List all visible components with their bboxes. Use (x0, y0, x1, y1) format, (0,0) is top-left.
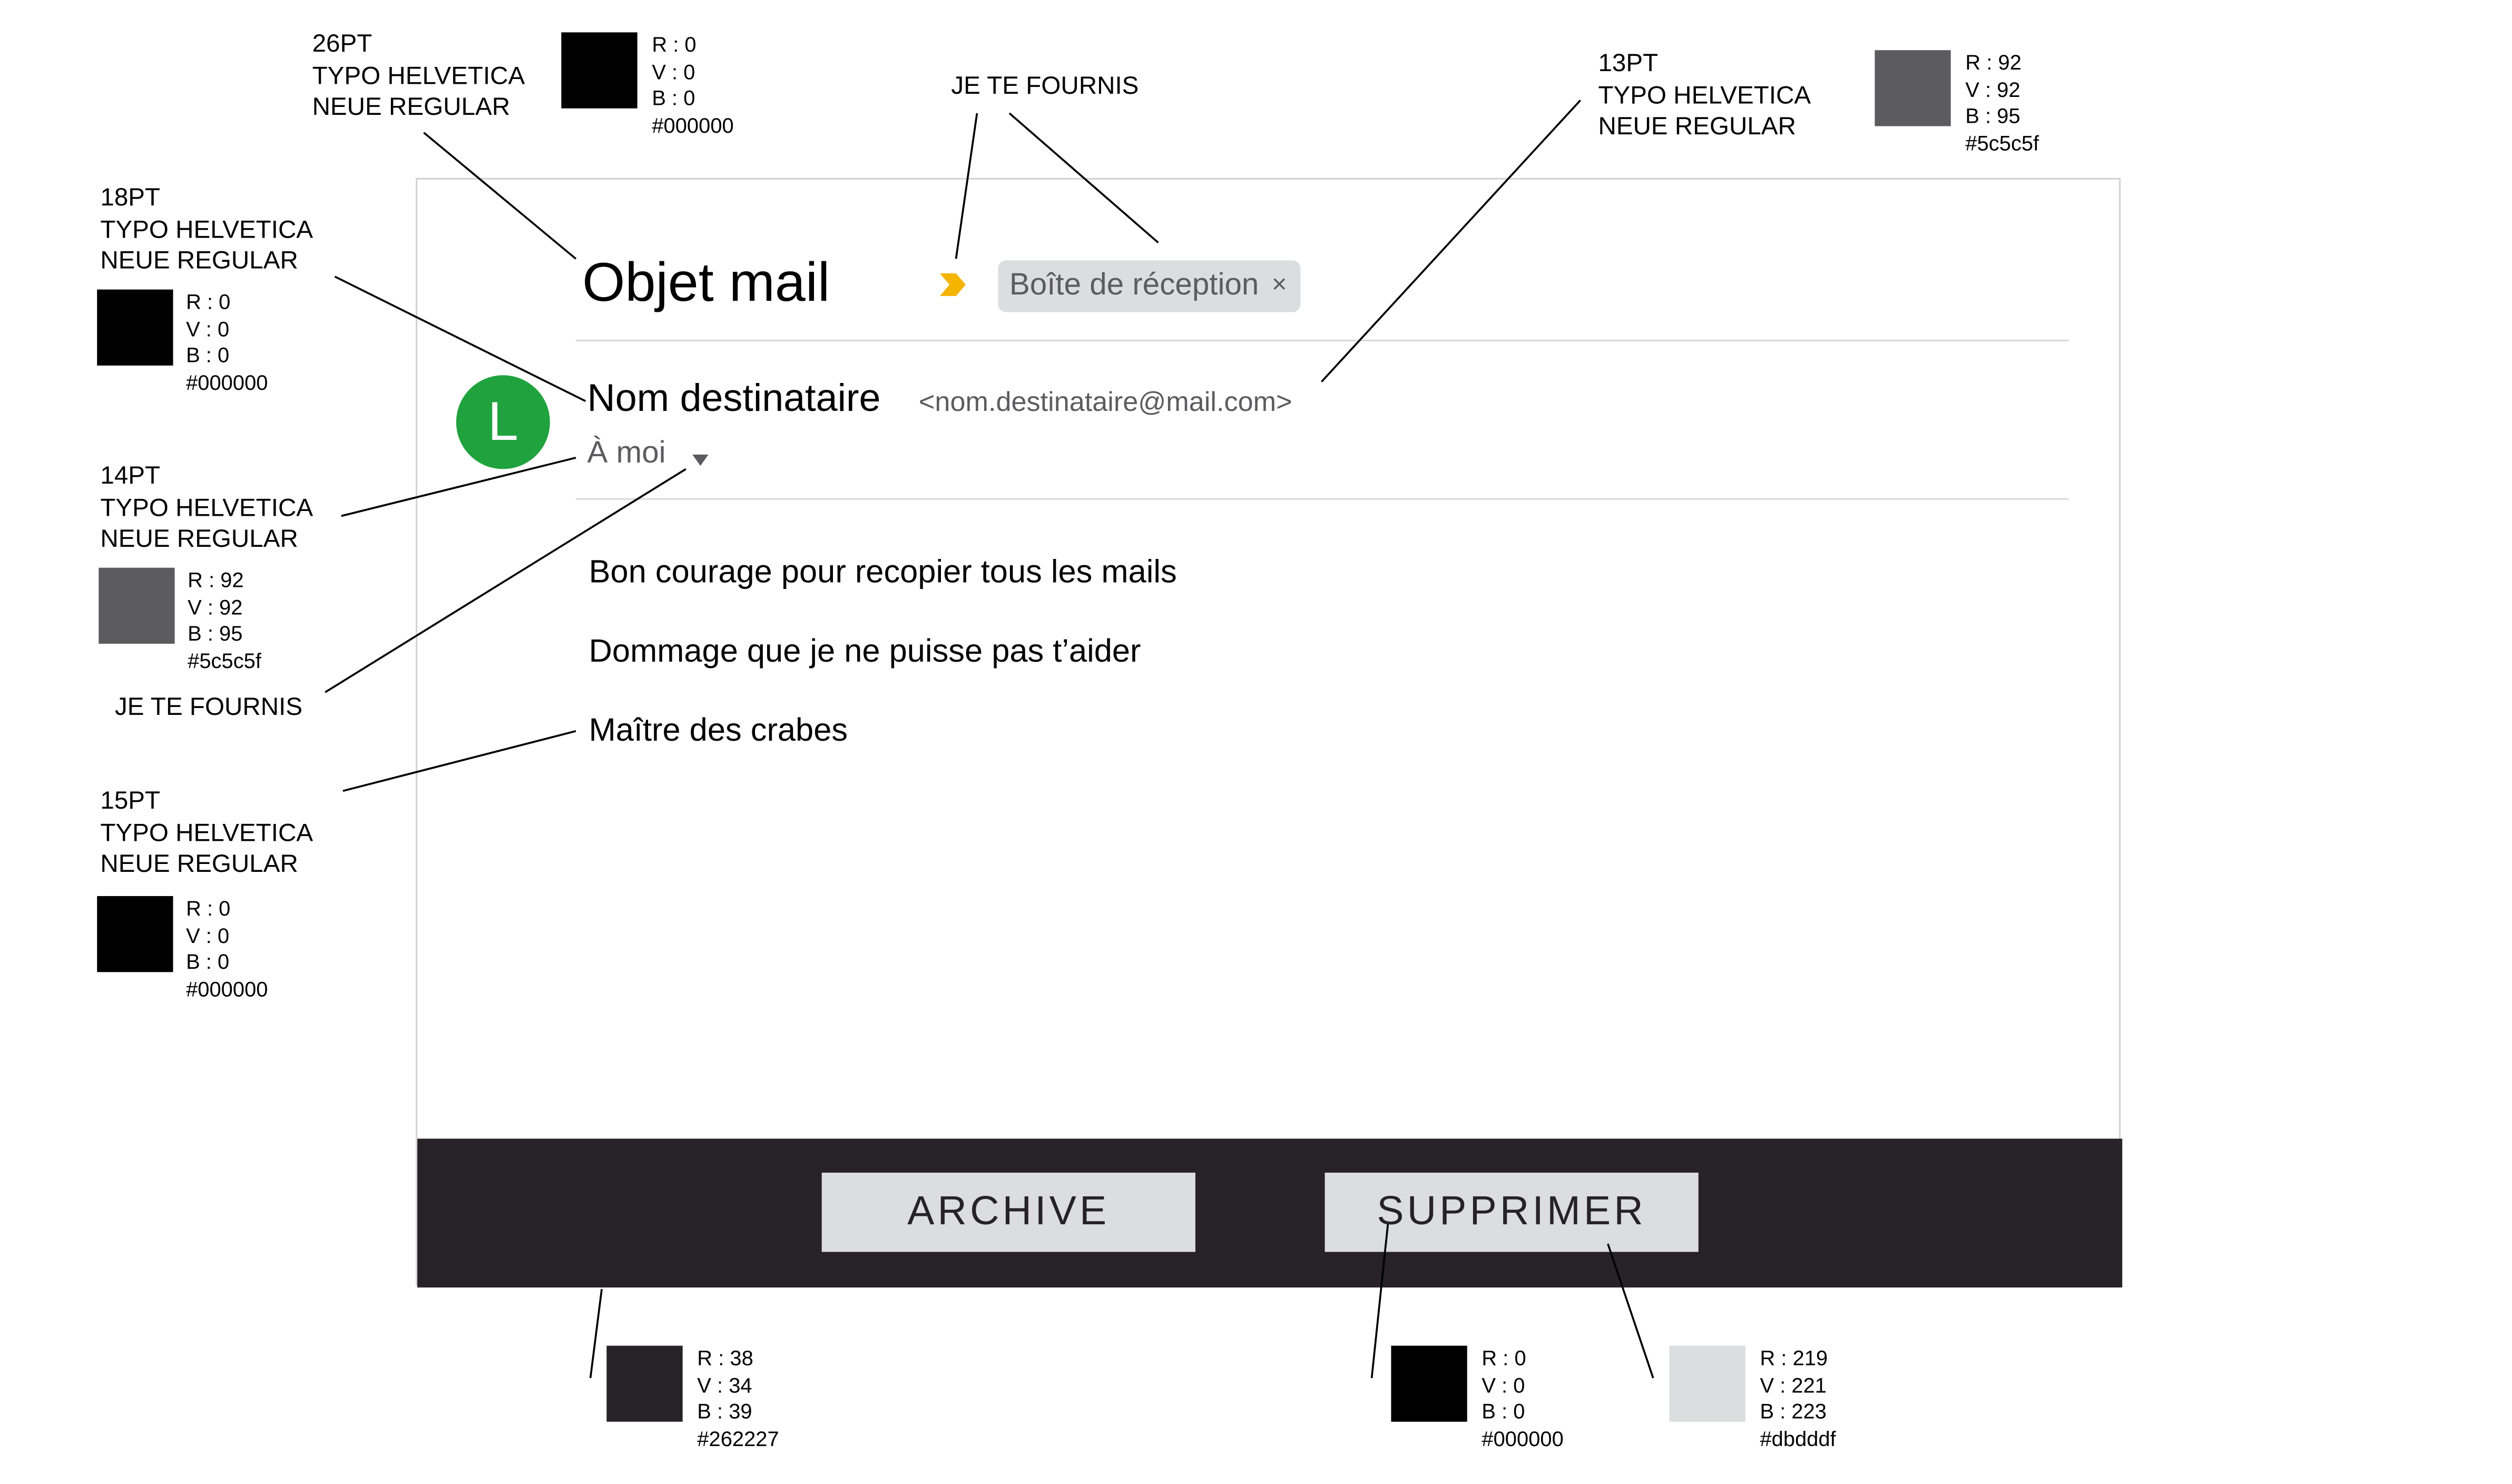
annotation-sender-spec: 18PT TYPO HELVETICA NEUE REGULAR (100, 183, 313, 278)
swatch-b: B : 95 (188, 621, 243, 646)
annotation-provided-top: JE TE FOURNIS (951, 73, 1139, 101)
annotation-line: NEUE REGULAR (100, 525, 298, 554)
color-swatch (1391, 1345, 1467, 1422)
swatch-b: B : 0 (186, 342, 230, 367)
annotation-provided-left: JE TE FOURNIS (114, 694, 303, 722)
color-swatch (1669, 1345, 1745, 1422)
swatch-r: R : 0 (186, 896, 231, 921)
swatch-v: V : 0 (186, 316, 230, 341)
email-subject: Objet mail (582, 252, 830, 314)
swatch-b: B : 0 (652, 85, 695, 110)
swatch-r: R : 219 (1760, 1345, 1828, 1370)
swatch-v: V : 0 (1481, 1372, 1525, 1397)
avatar[interactable]: L (456, 375, 550, 469)
swatch-values: R : 219 V : 221 B : 223 #dbdddf (1760, 1345, 1836, 1452)
annotation-line: TYPO HELVETICA (100, 494, 313, 522)
swatch-r: R : 92 (1965, 50, 2022, 75)
swatch-b: B : 0 (1481, 1399, 1525, 1423)
annotation-body-spec: 15PT TYPO HELVETICA NEUE REGULAR (100, 786, 313, 881)
swatch-b: B : 95 (1965, 103, 2020, 128)
swatch-r: R : 38 (697, 1345, 753, 1370)
swatch-v: V : 92 (1965, 76, 2020, 101)
chevron-down-icon[interactable] (692, 454, 709, 466)
swatch-hex: #000000 (186, 976, 268, 1000)
annotation-line: NEUE REGULAR (312, 94, 511, 122)
swatch-values: R : 0 V : 0 B : 0 #000000 (652, 32, 733, 139)
swatch-b: B : 39 (697, 1399, 752, 1423)
email-body-line: Dommage que je ne puisse pas t’aider (588, 634, 1141, 670)
swatch-values: R : 92 V : 92 B : 95 #5c5c5f (188, 568, 261, 675)
swatch-r: R : 0 (186, 289, 231, 314)
annotation-line: NEUE REGULAR (1598, 113, 1796, 141)
swatch-r: R : 0 (1481, 1345, 1526, 1370)
color-swatch (97, 896, 173, 972)
delete-button[interactable]: SUPPRIMER (1324, 1172, 1699, 1252)
annotation-line: TYPO HELVETICA (100, 819, 313, 847)
swatch-r: R : 92 (188, 567, 244, 592)
annotation-line: TYPO HELVETICA (100, 215, 313, 244)
swatch-hex: #000000 (1481, 1426, 1564, 1450)
divider (576, 498, 2069, 500)
email-view-panel: Objet mail Boîte de réception × L Nom de… (416, 178, 2123, 1288)
color-swatch (97, 289, 173, 366)
color-swatch (1875, 50, 1951, 126)
annotation-line: TYPO HELVETICA (1598, 82, 1811, 110)
swatch-values: R : 0 V : 0 B : 0 #000000 (186, 896, 268, 1003)
annotation-line: NEUE REGULAR (100, 850, 298, 879)
swatch-hex: #262227 (697, 1426, 779, 1450)
swatch-b: B : 0 (186, 949, 230, 974)
color-swatch (561, 32, 637, 109)
swatch-values: R : 0 V : 0 B : 0 #000000 (1481, 1345, 1563, 1452)
close-icon[interactable]: × (1272, 272, 1287, 301)
swatch-values: R : 38 V : 34 B : 39 #262227 (697, 1345, 779, 1452)
sender-name[interactable]: Nom destinataire (587, 375, 881, 424)
swatch-values: R : 0 V : 0 B : 0 #000000 (186, 290, 268, 397)
swatch-v: V : 0 (186, 922, 230, 947)
annotation-email-spec: 13PT TYPO HELVETICA NEUE REGULAR (1598, 48, 1811, 143)
color-swatch (606, 1345, 683, 1422)
recipient-label: À moi (587, 436, 666, 471)
label-chip-text: Boîte de réception (1009, 268, 1259, 303)
swatch-v: V : 34 (697, 1372, 752, 1397)
annotation-line: NEUE REGULAR (100, 247, 298, 275)
annotation-recipient-spec: 14PT TYPO HELVETICA NEUE REGULAR (100, 461, 313, 556)
color-swatch (99, 567, 175, 644)
swatch-hex: #5c5c5f (188, 647, 261, 672)
swatch-values: R : 92 V : 92 B : 95 #5c5c5f (1965, 50, 2039, 157)
label-chip-inbox[interactable]: Boîte de réception × (998, 260, 1300, 312)
swatch-hex: #000000 (186, 369, 268, 394)
email-body-line: Maître des crabes (588, 713, 848, 749)
importance-marker-icon[interactable] (938, 270, 967, 299)
annotation-line: 26PT (312, 31, 372, 58)
swatch-v: V : 0 (652, 59, 695, 84)
archive-button[interactable]: ARCHIVE (821, 1172, 1195, 1252)
leader-line (589, 1289, 603, 1379)
annotation-title-spec: 26PT TYPO HELVETICA NEUE REGULAR (312, 29, 525, 124)
annotation-line: 14PT (100, 463, 161, 490)
annotation-line: TYPO HELVETICA (312, 62, 525, 90)
swatch-b: B : 223 (1760, 1399, 1827, 1423)
swatch-r: R : 0 (652, 32, 696, 57)
email-body-line: Bon courage pour recopier tous les mails (588, 555, 1177, 591)
swatch-hex: #000000 (652, 112, 734, 137)
annotation-line: 18PT (100, 184, 161, 212)
action-bar: ARCHIVE SUPPRIMER (417, 1138, 2123, 1288)
annotation-line: 13PT (1598, 50, 1659, 78)
annotation-line: 15PT (100, 788, 161, 815)
swatch-hex: #dbdddf (1760, 1426, 1836, 1450)
swatch-hex: #5c5c5f (1965, 130, 2039, 155)
swatch-v: V : 92 (188, 594, 243, 619)
sender-email: <nom.destinataire@mail.com> (918, 386, 1292, 418)
swatch-v: V : 221 (1760, 1372, 1827, 1397)
divider (576, 339, 2069, 341)
